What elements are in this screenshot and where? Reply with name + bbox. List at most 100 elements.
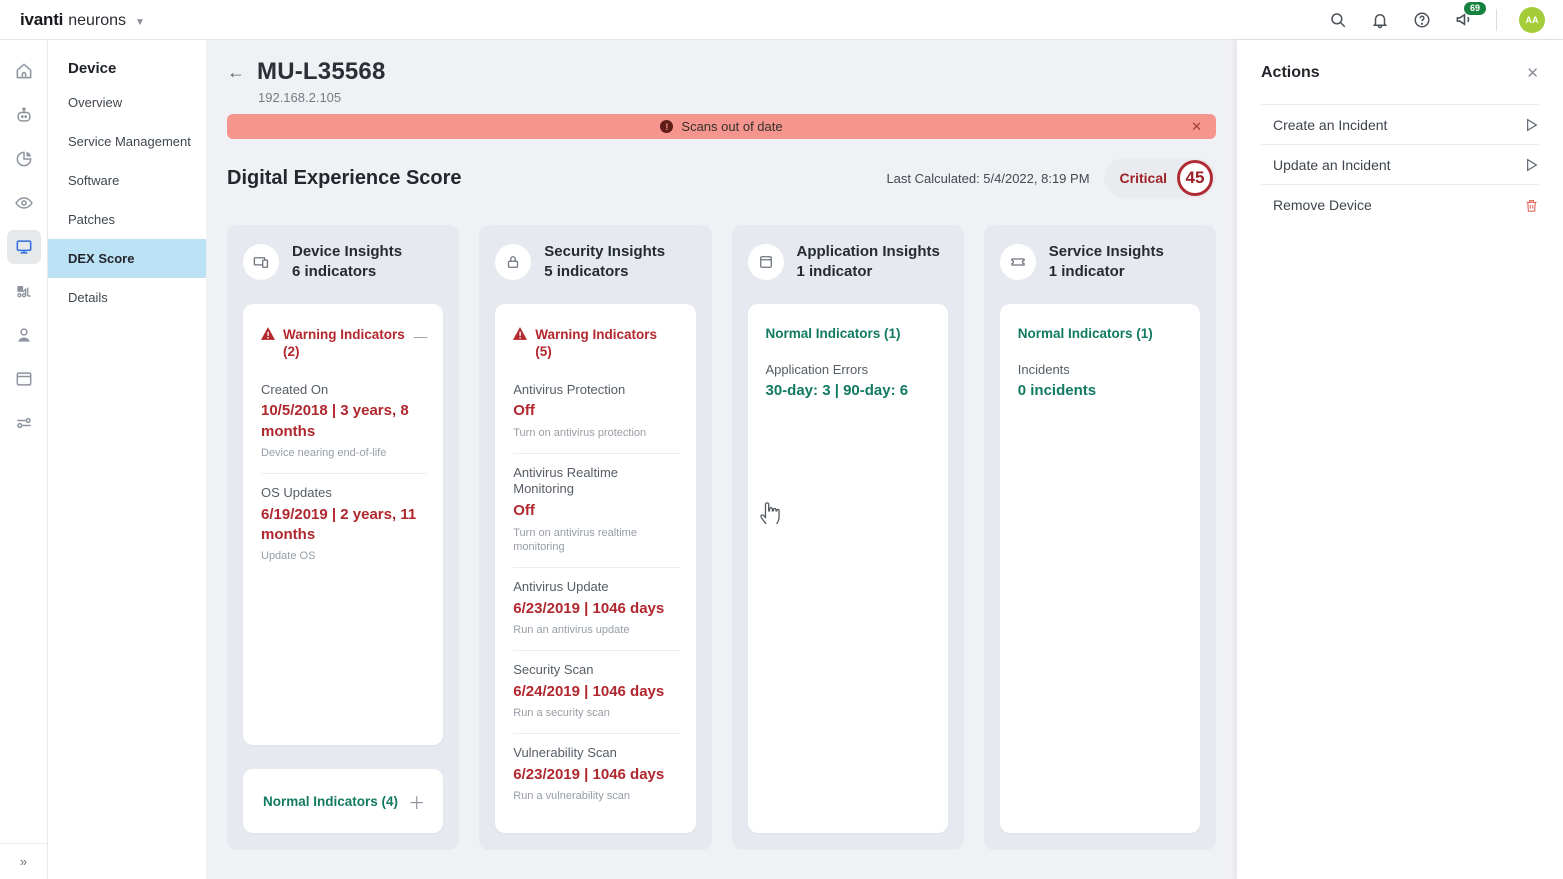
- indicator-value: 6/19/2019 | 2 years, 11 months: [261, 505, 427, 546]
- card-head: Service Insights 1 indicator: [1000, 242, 1200, 283]
- plus-icon[interactable]: ＋: [408, 789, 425, 814]
- indicator-value: 30-day: 3 | 90-day: 6: [766, 381, 932, 401]
- action-label: Remove Device: [1261, 197, 1524, 213]
- card-subtitle: 5 indicators: [544, 262, 665, 282]
- card-application-insights: Application Insights 1 indicator Normal …: [732, 225, 964, 850]
- user-icon[interactable]: [7, 318, 41, 352]
- indicator-value: 10/5/2018 | 3 years, 8 months: [261, 401, 427, 442]
- banner-close-icon[interactable]: ✕: [1191, 119, 1202, 135]
- indicator-hint: Run an antivirus update: [513, 623, 679, 638]
- service-insights-icon: [1000, 244, 1036, 280]
- action-label: Create an Incident: [1261, 117, 1523, 133]
- indicator-value: 6/23/2019 | 1046 days: [513, 599, 679, 619]
- menu-item-overview[interactable]: Overview: [48, 83, 206, 122]
- score-label: Critical: [1120, 170, 1167, 186]
- indicator-hint: Run a security scan: [513, 706, 679, 721]
- indicator-label: Incidents: [1018, 362, 1184, 379]
- application-insights-icon: [748, 244, 784, 280]
- sidebar-icon-rail: »: [0, 40, 48, 879]
- indicator-application-errors: Application Errors 30-day: 3 | 90-day: 6: [766, 351, 932, 414]
- indicator-antivirus-update: Antivirus Update 6/23/2019 | 1046 days R…: [513, 567, 679, 650]
- help-icon[interactable]: [1412, 10, 1432, 30]
- indicator-value: 0 incidents: [1018, 381, 1184, 401]
- run-icon[interactable]: [1523, 117, 1539, 133]
- collapse-icon[interactable]: —: [414, 328, 428, 346]
- app-window: ivanti neurons ▼ 69 AA: [0, 0, 1563, 879]
- menu-item-details[interactable]: Details: [48, 278, 206, 317]
- warning-icon: [261, 327, 275, 345]
- pie-chart-icon[interactable]: [7, 142, 41, 176]
- menu-item-dex-score[interactable]: DEX Score: [48, 239, 206, 278]
- devices-icon[interactable]: [7, 230, 41, 264]
- card-head: Device Insights 6 indicators: [243, 242, 443, 283]
- des-header-row: Digital Experience Score Last Calculated…: [227, 158, 1216, 198]
- expand-icon[interactable]: »: [0, 843, 48, 879]
- actions-title: Actions: [1261, 64, 1526, 82]
- announcements-icon[interactable]: 69: [1454, 10, 1474, 30]
- topbar-actions: 69 AA: [1328, 7, 1545, 33]
- card-subtitle: 1 indicator: [1049, 262, 1164, 282]
- menu-item-software[interactable]: Software: [48, 161, 206, 200]
- card-title-text: Security Insights: [544, 242, 665, 262]
- card-title-text: Service Insights: [1049, 242, 1164, 262]
- search-icon[interactable]: [1328, 10, 1348, 30]
- indicator-label: Application Errors: [766, 362, 932, 379]
- card-title-text: Application Insights: [797, 242, 940, 262]
- actions-panel: Actions ✕ Create an Incident Update an I…: [1237, 40, 1563, 879]
- brand-primary: ivanti: [20, 10, 63, 30]
- section-title: Digital Experience Score: [227, 167, 462, 190]
- back-arrow-icon[interactable]: ←: [227, 63, 245, 81]
- menu-item-patches[interactable]: Patches: [48, 200, 206, 239]
- normal-indicators-label: Normal Indicators (4): [263, 794, 408, 809]
- warning-indicators-panel: Warning Indicators (2) — Created On 10/5…: [243, 304, 443, 746]
- home-icon[interactable]: [7, 54, 41, 88]
- brand-logo[interactable]: ivanti neurons ▼: [20, 10, 145, 30]
- indicator-hint: Turn on antivirus realtime monitoring: [513, 526, 679, 556]
- normal-indicators-toggle[interactable]: Normal Indicators (4) ＋: [243, 769, 443, 833]
- warning-header-text: Warning Indicators (5): [535, 326, 679, 361]
- warning-header: Warning Indicators (2) —: [261, 326, 427, 361]
- indicator-label: Antivirus Update: [513, 579, 679, 596]
- actions-header: Actions ✕: [1261, 64, 1539, 82]
- card-head: Application Insights 1 indicator: [748, 242, 948, 283]
- normal-indicators-panel: Normal Indicators (1) Application Errors…: [748, 304, 948, 834]
- indicator-hint: Run a vulnerability scan: [513, 789, 679, 804]
- window-icon[interactable]: [7, 362, 41, 396]
- card-security-insights: Security Insights 5 indicators Warning I…: [479, 225, 711, 850]
- chevron-down-icon[interactable]: ▼: [135, 17, 145, 28]
- indicator-label: Vulnerability Scan: [513, 745, 679, 762]
- action-create-incident[interactable]: Create an Incident: [1261, 105, 1539, 145]
- indicator-label: OS Updates: [261, 485, 427, 502]
- body: » Device Overview Service Management Sof…: [0, 40, 1563, 879]
- eye-icon[interactable]: [7, 186, 41, 220]
- supply-chain-icon[interactable]: [7, 274, 41, 308]
- card-head: Security Insights 5 indicators: [495, 242, 695, 283]
- des-right: Last Calculated: 5/4/2022, 8:19 PM Criti…: [886, 158, 1216, 198]
- action-update-incident[interactable]: Update an Incident: [1261, 145, 1539, 185]
- indicator-hint: Update OS: [261, 549, 427, 564]
- bell-icon[interactable]: [1370, 10, 1390, 30]
- device-insights-icon: [243, 244, 279, 280]
- action-remove-device[interactable]: Remove Device: [1261, 185, 1539, 225]
- menu-item-service-management[interactable]: Service Management: [48, 122, 206, 161]
- indicator-value: 6/24/2019 | 1046 days: [513, 682, 679, 702]
- indicator-value: Off: [513, 401, 679, 421]
- card-subtitle: 1 indicator: [797, 262, 940, 282]
- indicator-incidents: Incidents 0 incidents: [1018, 351, 1184, 414]
- bot-icon[interactable]: [7, 98, 41, 132]
- trash-icon[interactable]: [1524, 198, 1539, 213]
- run-icon[interactable]: [1523, 157, 1539, 173]
- error-icon: !: [660, 120, 673, 133]
- indicator-hint: Device nearing end-of-life: [261, 446, 427, 461]
- indicator-label: Antivirus Realtime Monitoring: [513, 465, 679, 499]
- settings-icon[interactable]: [7, 406, 41, 440]
- card-title: Application Insights 1 indicator: [797, 242, 940, 283]
- indicator-security-scan: Security Scan 6/24/2019 | 1046 days Run …: [513, 650, 679, 733]
- avatar[interactable]: AA: [1519, 7, 1545, 33]
- card-subtitle: 6 indicators: [292, 262, 402, 282]
- brand-secondary: neurons: [68, 12, 126, 30]
- device-menu: Device Overview Service Management Softw…: [48, 40, 206, 879]
- close-icon[interactable]: ✕: [1526, 64, 1539, 82]
- warning-header: Warning Indicators (5): [513, 326, 679, 361]
- menu-heading: Device: [48, 60, 206, 83]
